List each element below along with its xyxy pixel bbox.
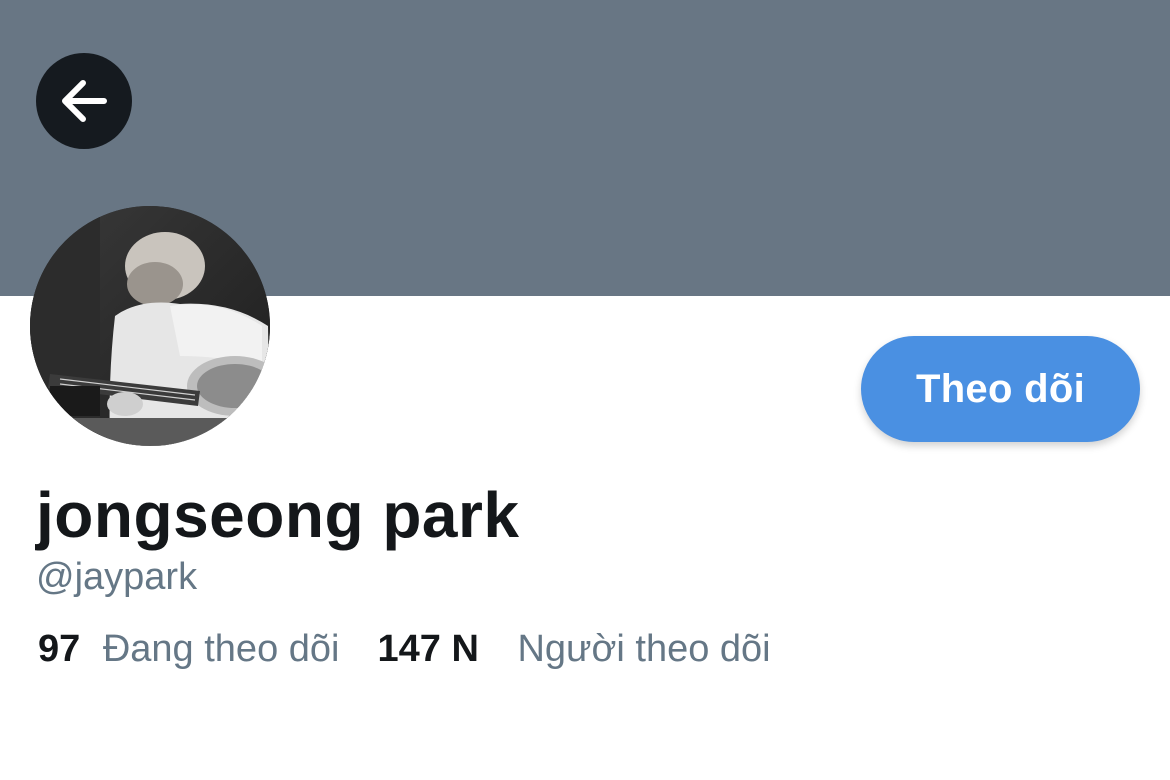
back-button[interactable] [36,53,132,149]
following-count: 97 [38,628,81,670]
follow-button[interactable]: Theo dõi [861,336,1140,442]
profile-stats: 97 Đang theo dõi 147 N Người theo dõi [38,628,771,671]
following-stat[interactable]: 97 Đang theo dõi [38,628,339,671]
follow-button-label: Theo dõi [915,366,1086,411]
user-handle: @jaypark [36,556,198,598]
arrow-left-icon [62,80,107,122]
followers-label: Người theo dõi [517,628,771,670]
avatar-photo [30,206,270,446]
display-name: jongseong park [36,479,520,551]
following-label: Đang theo dõi [102,628,340,670]
avatar[interactable] [30,206,270,446]
followers-count: 147 N [377,628,479,670]
followers-stat[interactable]: 147 N Người theo dõi [377,628,770,671]
